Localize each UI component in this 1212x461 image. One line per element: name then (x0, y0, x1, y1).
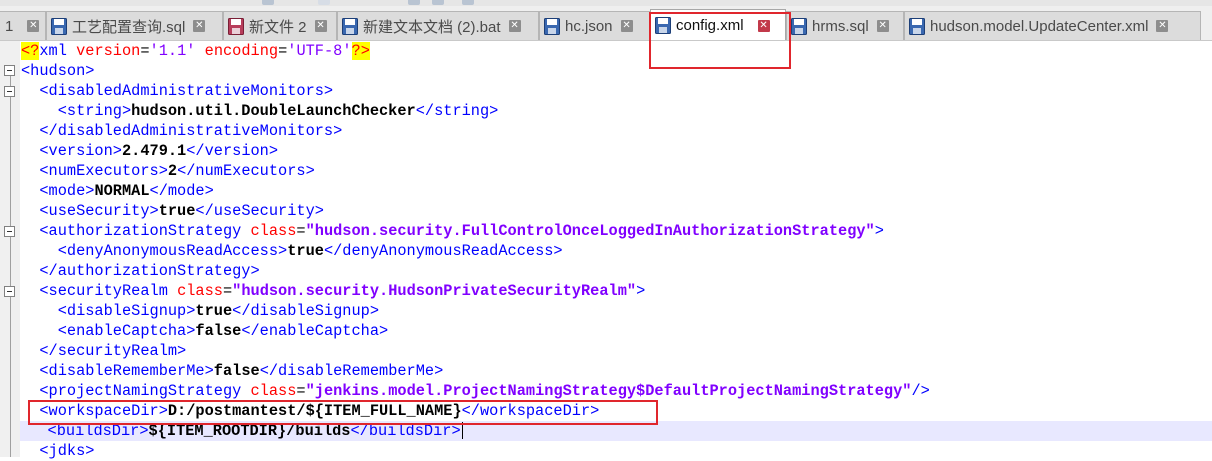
floppy-disk-icon (228, 17, 244, 35)
toolbar-button[interactable] (462, 0, 474, 5)
close-icon[interactable]: ✕ (876, 20, 889, 32)
code-line: <securityRealm class="hudson.security.Hu… (39, 282, 646, 300)
code-line: <projectNamingStrategy class="jenkins.mo… (39, 382, 930, 400)
floppy-disk-icon (655, 17, 671, 34)
toolbar-button[interactable] (318, 0, 330, 5)
code-line: </securityRealm> (39, 342, 187, 360)
tab-config-xml[interactable]: config.xml ✕ (650, 9, 786, 40)
tab-label: 新建文本文档 (2).bat (363, 18, 501, 36)
tab-label: hrms.sql (812, 17, 869, 35)
tab-hudson-update-center-xml[interactable]: hudson.model.UpdateCenter.xml ✕ (904, 11, 1201, 40)
code-line: <disableSignup>true</disableSignup> (57, 302, 380, 320)
toolbar-button[interactable] (262, 0, 274, 5)
close-icon[interactable]: ✕ (27, 20, 40, 32)
tab-hc-json[interactable]: hc.json ✕ (539, 11, 650, 40)
code-line: <authorizationStrategy class="hudson.sec… (39, 222, 884, 240)
tab-gongyi-sql[interactable]: 工艺配置查询.sql ✕ (46, 11, 223, 40)
code-editor[interactable]: <?xml version='1.1' encoding='UTF-8'?> <… (0, 41, 1212, 460)
fold-collapse-icon[interactable] (4, 86, 15, 97)
code-line: <denyAnonymousReadAccess>true</denyAnony… (57, 242, 563, 260)
code-line: <useSecurity>true</useSecurity> (39, 202, 324, 220)
floppy-disk-icon (791, 17, 807, 35)
code-line: <numExecutors>2</numExecutors> (39, 162, 315, 180)
code-line: <hudson> (21, 62, 95, 80)
code-line: </authorizationStrategy> (39, 262, 260, 280)
fold-guide-line (10, 71, 11, 457)
tab-label: hc.json (565, 17, 613, 35)
code-line: <?xml version='1.1' encoding='UTF-8'?> (21, 42, 370, 60)
floppy-disk-icon (544, 17, 560, 35)
fold-collapse-icon[interactable] (4, 286, 15, 297)
code-line: </disabledAdministrativeMonitors> (39, 122, 343, 140)
code-line: <jdks> (39, 442, 95, 460)
tab-label: hudson.model.UpdateCenter.xml (930, 17, 1149, 35)
close-icon[interactable]: ✕ (620, 20, 633, 32)
fold-collapse-icon[interactable] (4, 226, 15, 237)
floppy-disk-icon (909, 17, 925, 35)
close-icon[interactable]: ✕ (1156, 20, 1169, 32)
tab-label: config.xml (676, 17, 744, 34)
tab-1[interactable]: 1 ✕ (0, 11, 46, 40)
code-line: <string>hudson.util.DoubleLaunchChecker<… (57, 102, 499, 120)
fold-margin (0, 41, 20, 457)
code-line: <disableRememberMe>false</disableRemembe… (39, 362, 444, 380)
tab-new-text-document-bat[interactable]: 新建文本文档 (2).bat ✕ (337, 11, 539, 40)
toolbar-button[interactable] (408, 0, 420, 5)
code-line: <mode>NORMAL</mode> (39, 182, 214, 200)
tab-hrms-sql[interactable]: hrms.sql ✕ (786, 11, 904, 40)
tab-label: 工艺配置查询.sql (72, 18, 186, 36)
fold-collapse-icon[interactable] (4, 65, 15, 76)
close-icon[interactable]: ✕ (508, 20, 521, 32)
tab-new-file-2[interactable]: 新文件 2 ✕ (223, 11, 337, 40)
code-line: <disabledAdministrativeMonitors> (39, 82, 334, 100)
close-icon[interactable]: ✕ (193, 20, 206, 32)
close-icon[interactable]: ✕ (314, 20, 327, 32)
document-tab-bar: 1 ✕ 工艺配置查询.sql ✕ 新文件 2 ✕ 新建文本文档 (2).bat … (0, 6, 1212, 41)
floppy-disk-icon (342, 17, 358, 35)
tab-label: 1 (5, 17, 14, 35)
text-caret (461, 422, 463, 440)
toolbar-button[interactable] (432, 0, 444, 5)
close-icon[interactable]: ✕ (757, 19, 770, 32)
floppy-disk-icon (51, 17, 67, 35)
code-line: <version>2.479.1</version> (39, 142, 279, 160)
code-line-workspace-dir: <workspaceDir>D:/postmantest/${ITEM_FULL… (39, 402, 600, 420)
tab-label: 新文件 2 (249, 18, 307, 36)
code-line: <enableCaptcha>false</enableCaptcha> (57, 322, 389, 340)
code-line-current: <buildsDir>${ITEM_ROOTDIR}/builds</build… (20, 421, 1212, 441)
code-text-area[interactable]: <?xml version='1.1' encoding='UTF-8'?> <… (20, 41, 1212, 460)
